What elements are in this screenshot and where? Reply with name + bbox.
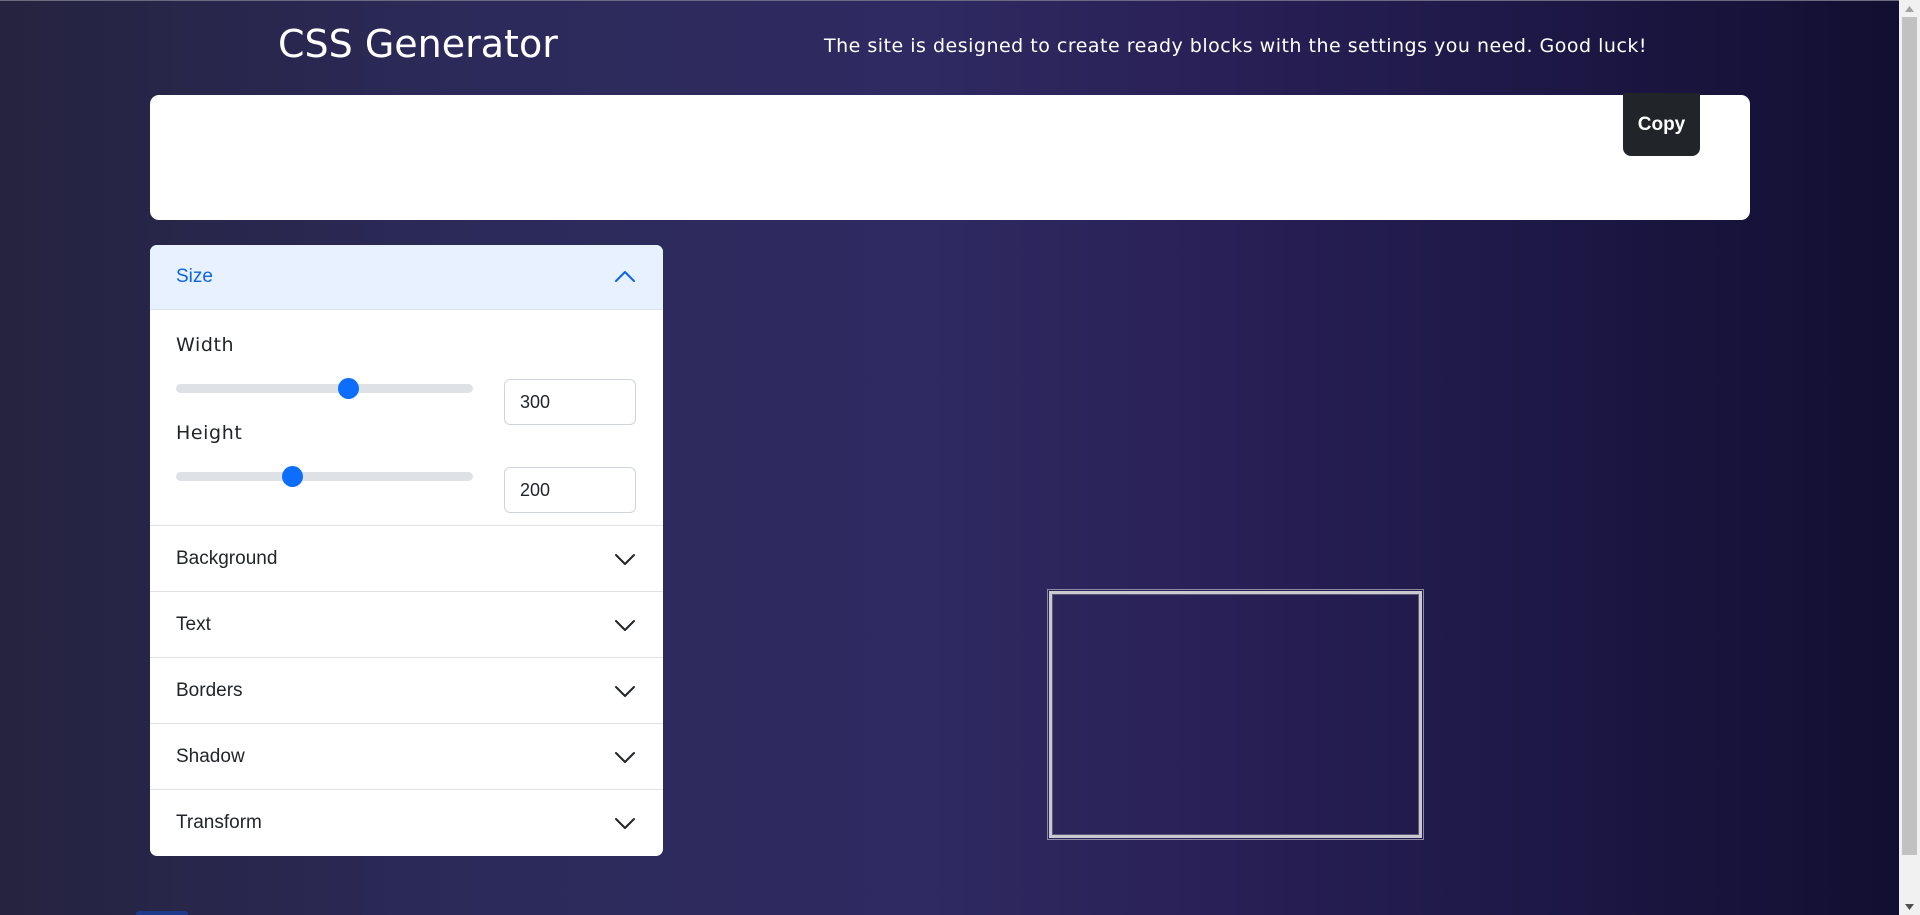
height-control-row: 200	[176, 444, 637, 513]
accordion-header-background[interactable]: Background	[150, 526, 663, 592]
site-title: CSS Generator	[278, 22, 558, 66]
chevron-down-icon	[613, 613, 637, 637]
preview-block-inner	[1052, 594, 1419, 835]
scrollbar-thumb[interactable]	[1902, 17, 1917, 855]
height-input[interactable]: 200	[504, 467, 636, 513]
top-divider	[0, 0, 1899, 1]
app-root: CSS Generator The site is designed to cr…	[0, 0, 1899, 915]
height-slider[interactable]	[176, 472, 473, 481]
accordion-section-background: Background	[150, 526, 663, 592]
vertical-scrollbar[interactable]	[1899, 0, 1920, 915]
chevron-down-icon	[613, 679, 637, 703]
site-tagline: The site is designed to create ready blo…	[824, 35, 1648, 57]
accordion-label-background: Background	[176, 547, 278, 569]
scroll-down-arrow-icon[interactable]	[1899, 898, 1920, 915]
chevron-down-icon	[613, 745, 637, 769]
preview-block	[1047, 589, 1424, 840]
accordion-section-text: Text	[150, 592, 663, 658]
accordion-label-transform: Transform	[176, 812, 262, 833]
accordion-header-text[interactable]: Text	[150, 592, 663, 658]
bottom-edge-element	[136, 911, 188, 915]
width-label: Width	[176, 334, 235, 356]
height-slider-thumb[interactable]	[282, 466, 303, 487]
scroll-up-arrow-icon[interactable]	[1899, 0, 1920, 17]
width-control-row: 300	[176, 356, 637, 425]
accordion-label-size: Size	[176, 266, 213, 287]
css-output-box[interactable]: Copy	[150, 93, 1750, 220]
accordion-label-borders: Borders	[176, 679, 243, 701]
width-input[interactable]: 300	[504, 379, 636, 425]
accordion-section-shadow: Shadow	[150, 724, 663, 790]
accordion-label-text: Text	[176, 613, 211, 635]
accordion-header-shadow[interactable]: Shadow	[150, 724, 663, 790]
accordion-header-transform[interactable]: Transform	[150, 790, 663, 856]
chevron-down-icon	[613, 547, 637, 571]
chevron-down-icon	[613, 811, 637, 835]
accordion-header-size[interactable]: Size	[150, 245, 663, 310]
accordion-header-borders[interactable]: Borders	[150, 658, 663, 724]
accordion-section-size: Size Width 300 Height 200	[150, 245, 663, 526]
width-slider[interactable]	[176, 384, 473, 393]
accordion-section-borders: Borders	[150, 658, 663, 724]
settings-accordion: Size Width 300 Height 200 Background Tex…	[150, 245, 663, 856]
accordion-section-transform: Transform	[150, 790, 663, 856]
copy-button[interactable]: Copy	[1623, 93, 1700, 156]
accordion-label-shadow: Shadow	[176, 745, 245, 767]
chevron-up-icon	[613, 265, 637, 289]
accordion-body-size: Width 300 Height 200	[150, 310, 663, 526]
width-slider-thumb[interactable]	[338, 378, 359, 399]
height-label: Height	[176, 422, 243, 444]
